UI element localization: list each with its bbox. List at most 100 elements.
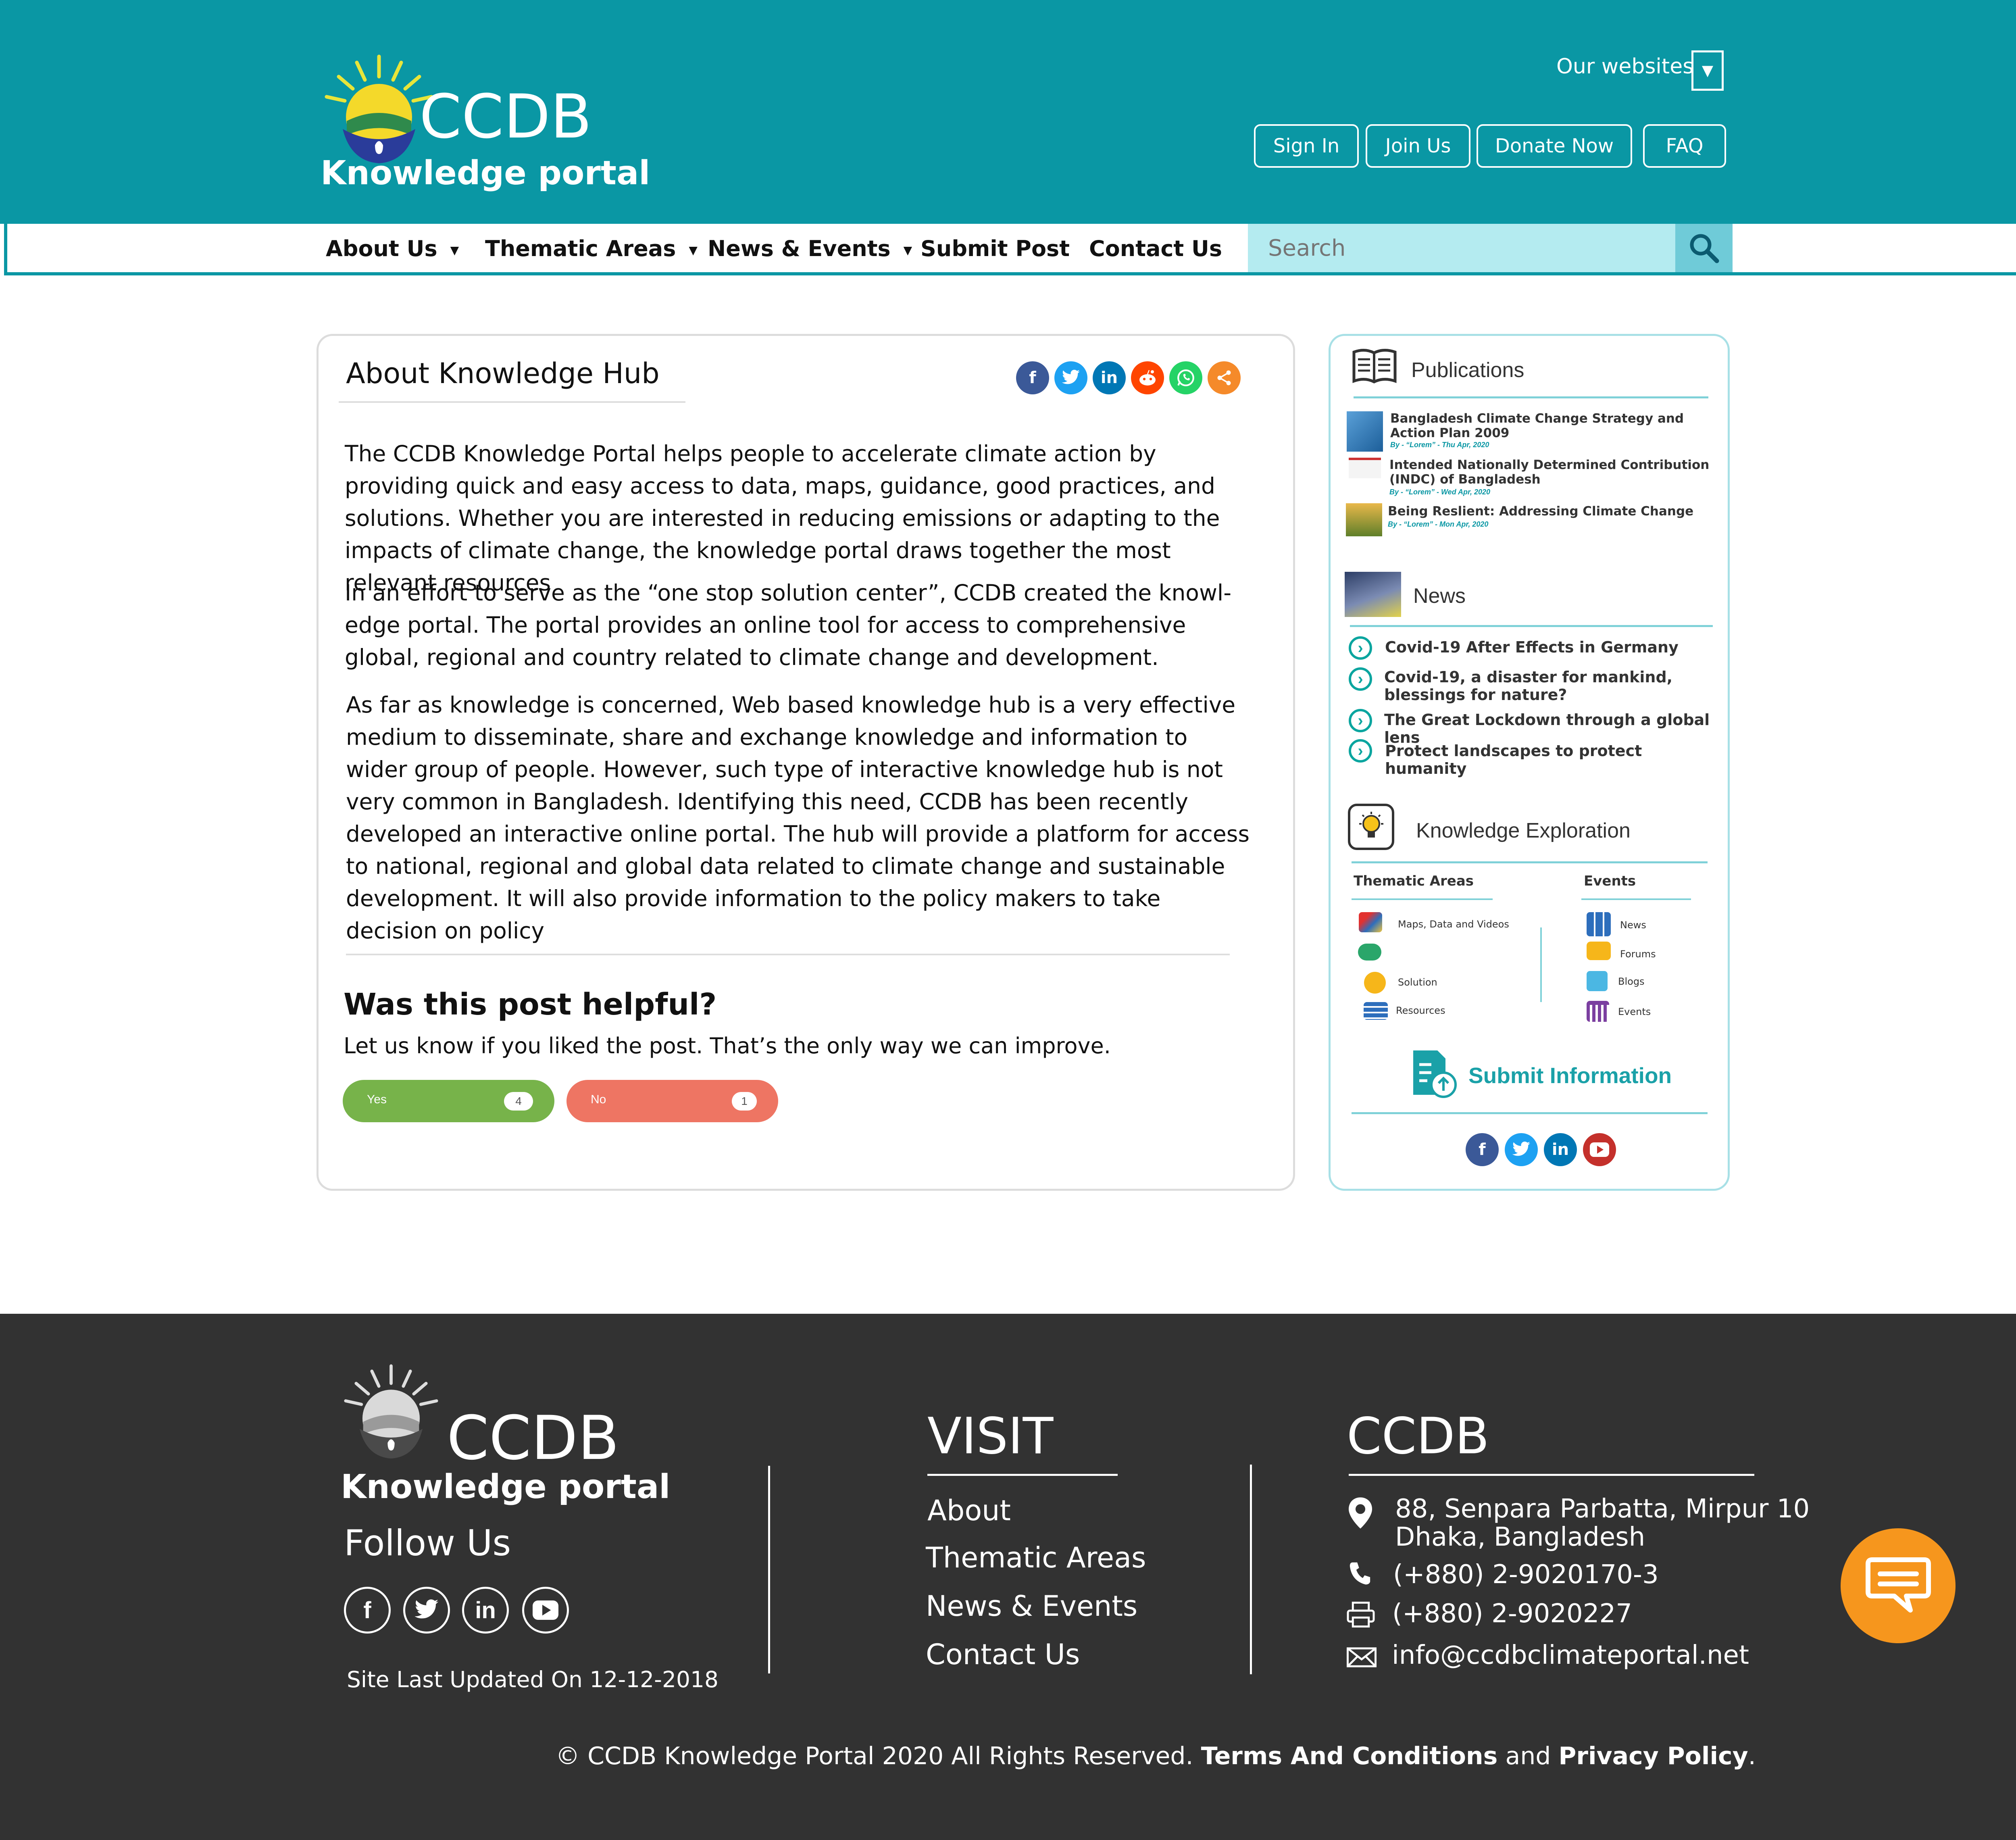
nav-contact-us[interactable]: Contact Us bbox=[1089, 236, 1222, 261]
nav-news-events[interactable]: News & Events ▼ bbox=[708, 236, 912, 261]
news-item[interactable]: Covid-19 After Effects in Germany bbox=[1385, 638, 1716, 656]
phone-icon bbox=[1350, 1562, 1370, 1585]
email-icon bbox=[1347, 1647, 1377, 1667]
faq-button[interactable]: FAQ bbox=[1643, 124, 1726, 168]
join-us-button[interactable]: Join Us bbox=[1366, 124, 1470, 168]
news-item[interactable]: Covid-19, a disaster for mankind, blessi… bbox=[1384, 668, 1723, 704]
ke-events-item[interactable]: News bbox=[1620, 919, 1646, 931]
article-title: About Knowledge Hub bbox=[346, 357, 660, 390]
our-websites-dropdown[interactable]: Our websites ▼ bbox=[1556, 50, 1726, 95]
ke-events-underline bbox=[1581, 898, 1691, 900]
feedback-text: Let us know if you liked the post. That’… bbox=[344, 1033, 1111, 1059]
search-icon bbox=[1690, 234, 1719, 263]
share-icon[interactable] bbox=[1208, 361, 1241, 394]
news-rule bbox=[1350, 625, 1713, 627]
twitter-icon[interactable] bbox=[403, 1587, 450, 1634]
ke-events-title: Events bbox=[1584, 873, 1636, 889]
publications-title: Publications bbox=[1411, 358, 1524, 382]
ke-thematic-item[interactable]: Solution bbox=[1398, 977, 1437, 988]
facebook-icon[interactable]: f bbox=[344, 1587, 391, 1634]
youtube-icon[interactable] bbox=[522, 1587, 569, 1634]
chat-icon bbox=[1865, 1557, 1931, 1613]
no-label: No bbox=[591, 1093, 606, 1106]
yes-button[interactable]: Yes 4 bbox=[343, 1080, 554, 1122]
news-item[interactable]: The Great Lockdown through a global lens bbox=[1384, 711, 1723, 746]
footer-logo[interactable]: CCDB Knowledge portal bbox=[339, 1359, 670, 1512]
twitter-icon[interactable] bbox=[1505, 1133, 1538, 1166]
submit-information-button[interactable]: Submit Information bbox=[1409, 1048, 1672, 1101]
chevron-right-icon: › bbox=[1349, 709, 1372, 732]
twitter-share-icon[interactable] bbox=[1054, 361, 1087, 394]
article-paragraph-1: The CCDB Knowledge Portal helps people t… bbox=[345, 441, 1220, 596]
privacy-link[interactable]: Privacy Policy bbox=[1558, 1742, 1748, 1770]
nav-thematic-areas[interactable]: Thematic Areas ▼ bbox=[485, 236, 698, 261]
whatsapp-share-icon[interactable] bbox=[1169, 361, 1202, 394]
donate-now-button[interactable]: Donate Now bbox=[1477, 124, 1632, 168]
chevron-right-icon: › bbox=[1349, 636, 1372, 660]
facebook-share-icon[interactable]: f bbox=[1016, 361, 1049, 394]
youtube-icon[interactable] bbox=[1583, 1133, 1616, 1166]
visit-link-thematic-areas[interactable]: Thematic Areas bbox=[926, 1541, 1146, 1574]
caret-down-icon: ▼ bbox=[450, 243, 459, 257]
ke-column-divider bbox=[1540, 927, 1542, 1002]
nav-submit-post[interactable]: Submit Post bbox=[921, 236, 1070, 261]
article-title-underline bbox=[339, 401, 685, 403]
visit-link-about[interactable]: About bbox=[927, 1494, 1011, 1527]
publication-byline: By - “Lorem” - Mon Apr, 2020 bbox=[1388, 520, 1489, 528]
linkedin-share-icon[interactable]: in bbox=[1093, 361, 1126, 394]
site-logo[interactable]: CCDB Knowledge portal bbox=[319, 48, 650, 202]
submit-rule bbox=[1352, 1112, 1708, 1114]
footer-divider-1 bbox=[768, 1466, 770, 1673]
visit-link-contact-us[interactable]: Contact Us bbox=[926, 1638, 1080, 1671]
nav-about-us[interactable]: About Us ▼ bbox=[326, 236, 459, 261]
terms-link[interactable]: Terms And Conditions bbox=[1201, 1742, 1498, 1770]
ke-thematic-item[interactable]: Resources bbox=[1396, 1005, 1445, 1016]
ke-events-item[interactable]: Forums bbox=[1620, 948, 1656, 960]
ke-events-item[interactable]: Blogs bbox=[1618, 976, 1645, 987]
publication-byline: By - “Lorem” - Thu Apr, 2020 bbox=[1390, 441, 1489, 449]
email-address[interactable]: info@ccdbclimateportal.net bbox=[1392, 1640, 1749, 1670]
visit-title: VISIT bbox=[927, 1407, 1054, 1465]
publication-thumbnail[interactable] bbox=[1347, 411, 1383, 452]
map-icon bbox=[1359, 912, 1382, 932]
footer-divider-2 bbox=[1250, 1465, 1252, 1674]
publications-rule bbox=[1354, 396, 1708, 398]
news-title: News bbox=[1413, 584, 1466, 608]
yes-count-badge: 4 bbox=[504, 1092, 533, 1111]
visit-link-news-events[interactable]: News & Events bbox=[926, 1590, 1137, 1623]
publication-thumbnail[interactable] bbox=[1349, 458, 1381, 478]
ke-thematic-item[interactable]: Maps, Data and Videos bbox=[1398, 919, 1509, 930]
feedback-title: Was this post helpful? bbox=[344, 987, 717, 1022]
forums-icon bbox=[1587, 942, 1611, 960]
no-button[interactable]: No 1 bbox=[566, 1080, 778, 1122]
period-text: . bbox=[1748, 1742, 1756, 1770]
caret-down-icon: ▼ bbox=[903, 243, 912, 257]
publication-title[interactable]: Intended Nationally Determined Contribut… bbox=[1389, 458, 1728, 487]
linkedin-icon[interactable]: in bbox=[462, 1587, 509, 1634]
publication-thumbnail[interactable] bbox=[1346, 503, 1382, 536]
news-icon bbox=[1587, 912, 1611, 936]
main-nav: About Us ▼ Thematic Areas ▼ News & Events ▼… bbox=[4, 224, 2016, 275]
ke-thematic-title: Thematic Areas bbox=[1354, 873, 1474, 889]
logo-title: CCDB bbox=[419, 82, 592, 152]
copyright-text: © CCDB Knowledge Portal 2020 All Rights … bbox=[556, 1742, 1193, 1770]
chat-button[interactable] bbox=[1841, 1528, 1956, 1643]
news-item[interactable]: Protect landscapes to protect humanity bbox=[1385, 742, 1724, 777]
book-icon bbox=[1352, 349, 1397, 383]
article-paragraph-2: In an effort to serve as the “one stop s… bbox=[345, 580, 1232, 670]
address-line-2: Dhaka, Bangladesh bbox=[1395, 1522, 1645, 1552]
ke-events-item[interactable]: Events bbox=[1618, 1006, 1651, 1017]
facebook-icon[interactable]: f bbox=[1466, 1133, 1499, 1166]
fax-number: (+880) 2-9020227 bbox=[1392, 1599, 1632, 1629]
ke-thematic-underline bbox=[1352, 898, 1493, 900]
address-line-1: 88, Senpara Parbatta, Mirpur 10 bbox=[1395, 1494, 1810, 1524]
search-input[interactable] bbox=[1248, 224, 1675, 272]
news-thumbnail bbox=[1345, 572, 1401, 617]
sign-in-button[interactable]: Sign In bbox=[1254, 124, 1359, 168]
publication-title[interactable]: Bangladesh Climate Change Strategy and A… bbox=[1390, 411, 1721, 440]
reddit-share-icon[interactable] bbox=[1131, 361, 1164, 394]
search-button[interactable] bbox=[1675, 224, 1733, 272]
linkedin-icon[interactable]: in bbox=[1544, 1133, 1577, 1166]
site-header bbox=[0, 0, 2016, 224]
publication-title[interactable]: Being Reslient: Addressing Climate Chang… bbox=[1388, 504, 1718, 519]
